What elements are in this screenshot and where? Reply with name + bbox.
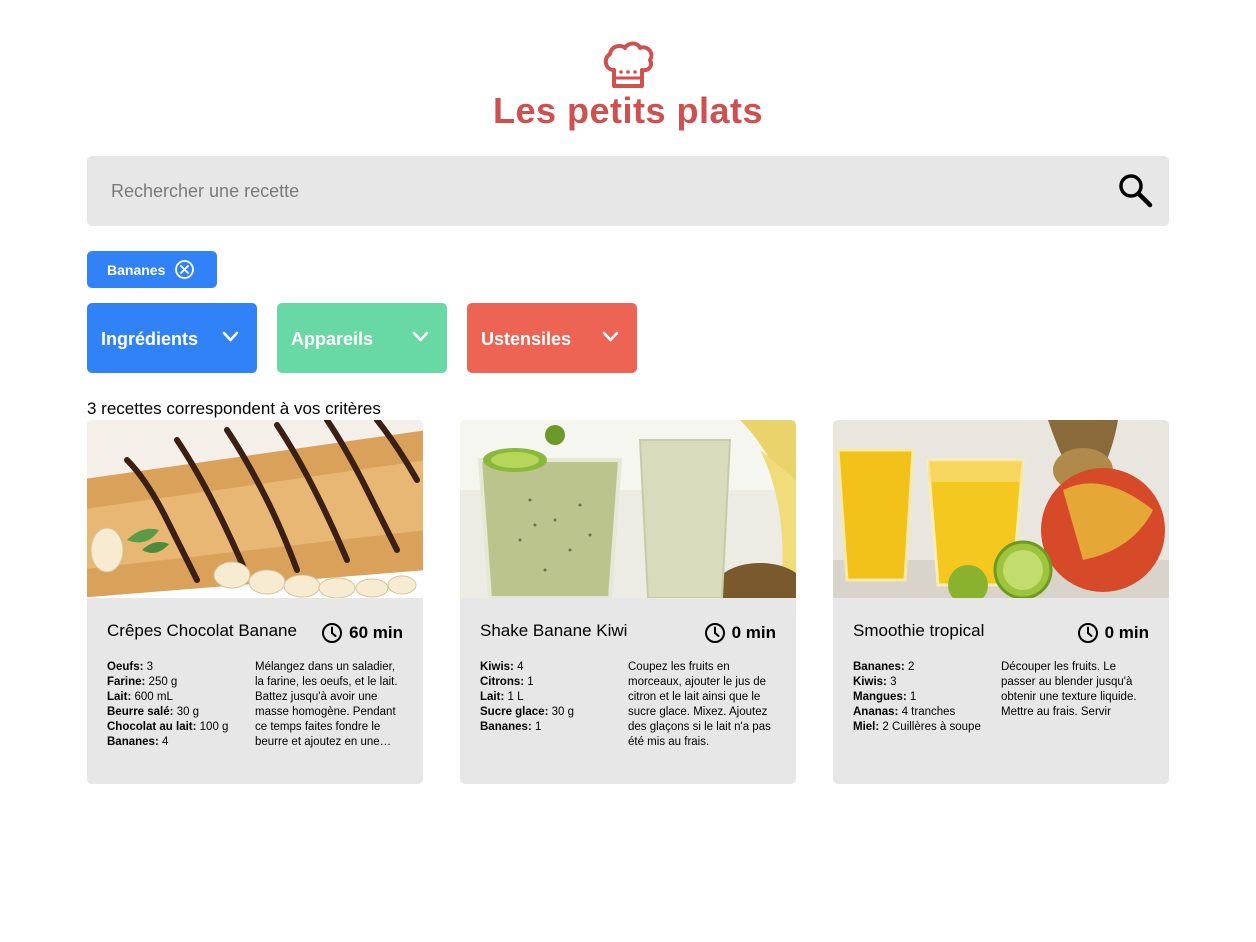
filter-label: Ustensiles <box>481 329 572 349</box>
ingredient-item: Oeufs: 3 <box>107 661 154 673</box>
recipe-description: Découper les fruits. Le passer au blende… <box>1001 661 1137 718</box>
recipe-time: 0 min <box>1077 621 1149 644</box>
chevron-down-icon <box>602 331 619 342</box>
clock-icon <box>322 623 343 643</box>
ingredient-item: Citrons: 1 <box>480 676 534 688</box>
tag-label: Bananes <box>107 262 166 278</box>
recipe-time-value: 0 min <box>731 622 776 642</box>
recipe-card[interactable]: Smoothie tropical 0 min Bananes: 2 Kiwis… <box>833 420 1169 784</box>
results-count: 3 recettes correspondent à vos critères <box>87 399 381 418</box>
ingredient-item: Farine: 250 g <box>107 676 178 688</box>
recipe-description: Mélangez dans un saladier, la farine, le… <box>255 661 398 748</box>
ingredient-item: Mangues: 1 <box>853 691 917 703</box>
ingredient-item: Chocolat au lait: 100 g <box>107 721 229 733</box>
active-tag: Bananes <box>87 251 217 288</box>
recipe-time: 0 min <box>704 621 776 644</box>
ingredient-list: Oeufs: 3 Farine: 250 g Lait: 600 mL Beur… <box>107 660 247 750</box>
close-circle-icon[interactable] <box>174 259 195 280</box>
ingredient-item: Sucre glace: 30 g <box>480 706 574 718</box>
recipe-time-value: 60 min <box>349 622 403 642</box>
ingredient-item: Ananas: 4 tranches <box>853 706 956 718</box>
chef-hat-icon <box>603 41 654 88</box>
recipe-time-value: 0 min <box>1104 622 1149 642</box>
site-title: Les petits plats <box>492 90 764 131</box>
ingredient-item: Kiwis: 3 <box>853 676 897 688</box>
clock-icon <box>704 623 725 643</box>
recipe-title: Shake Banane Kiwi <box>480 621 628 640</box>
filter-ingredients-button[interactable]: Ingrédients <box>87 303 257 373</box>
filter-label: Appareils <box>291 329 374 349</box>
ingredient-item: Bananes: 4 <box>107 736 169 748</box>
ingredient-item: Kiwis: 4 <box>480 661 524 673</box>
recipe-image <box>833 420 1169 598</box>
chevron-down-icon <box>222 331 239 342</box>
filter-appliances-button[interactable]: Appareils <box>277 303 447 373</box>
ingredient-list: Bananes: 2 Kiwis: 3 Mangues: 1 Ananas: 4… <box>853 660 993 735</box>
ingredient-list: Kiwis: 4 Citrons: 1 Lait: 1 L Sucre glac… <box>480 660 620 735</box>
chevron-down-icon <box>412 331 429 342</box>
filter-label: Ingrédients <box>101 329 199 349</box>
ingredient-item: Lait: 600 mL <box>107 691 173 703</box>
search-input[interactable] <box>87 156 1087 226</box>
recipe-image <box>87 420 423 598</box>
ingredient-item: Beurre salé: 30 g <box>107 706 200 718</box>
ingredient-item: Bananes: 1 <box>480 721 542 733</box>
ingredient-item: Bananes: 2 <box>853 661 915 673</box>
recipe-card[interactable]: Crêpes Chocolat Banane 60 min Oeufs: 3 F… <box>87 420 423 784</box>
filter-utensils-button[interactable]: Ustensiles <box>467 303 637 373</box>
search-icon[interactable] <box>1117 172 1155 210</box>
clock-icon <box>1077 623 1098 643</box>
ingredient-item: Miel: 2 Cuillères à soupe <box>853 721 981 733</box>
recipe-title: Crêpes Chocolat Banane <box>107 621 297 640</box>
recipe-time: 60 min <box>321 621 403 644</box>
recipe-description: Coupez les fruits en morceaux, ajouter l… <box>628 661 771 748</box>
recipe-image <box>460 420 796 598</box>
ingredient-item: Lait: 1 L <box>480 691 524 703</box>
search-bar <box>87 156 1169 226</box>
recipe-card[interactable]: Shake Banane Kiwi 0 min Kiwis: 4 Citrons… <box>460 420 796 784</box>
site-header: Les petits plats <box>0 40 1256 132</box>
recipe-title: Smoothie tropical <box>853 621 985 640</box>
